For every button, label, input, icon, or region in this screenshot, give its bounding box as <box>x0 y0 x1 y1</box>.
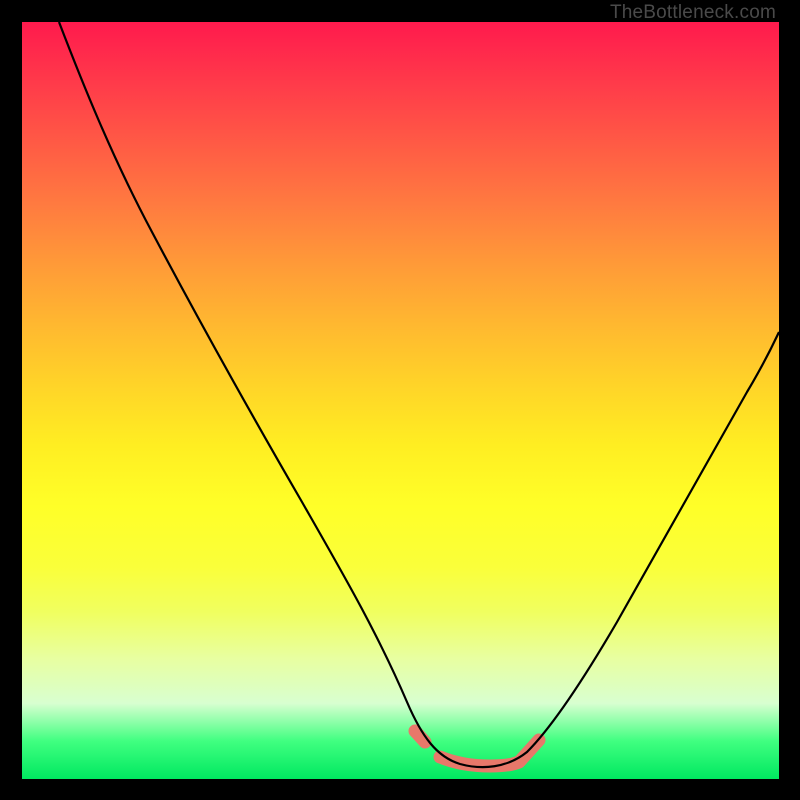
curve-svg <box>22 22 779 779</box>
bottleneck-curve <box>59 22 779 767</box>
plot-gradient-area <box>22 22 779 779</box>
chart-container: TheBottleneck.com <box>0 0 800 800</box>
watermark-text: TheBottleneck.com <box>610 2 776 24</box>
